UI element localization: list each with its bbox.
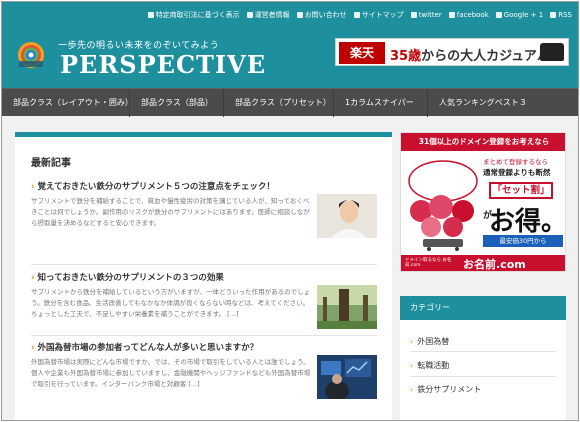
category-title: カテゴリー — [400, 296, 566, 320]
ad-small-text: ドメイン取るなら お名前.com — [405, 258, 452, 268]
ad-price: 最安価30円から — [483, 235, 563, 247]
site-name[interactable]: PERSPECTIVE — [60, 50, 266, 79]
top-link-sitemap[interactable]: サイトマップ — [353, 10, 404, 20]
article-title[interactable]: › 外国為替市場の参加者ってどんな人が多いと思いますか？ — [31, 341, 377, 353]
article-excerpt: 外国為替市場は実際にどんな市場ですか、では、その市場で取引をしている人とは誰でし… — [31, 358, 311, 388]
banner-text: 35歳からの大人カジュアル — [390, 49, 550, 64]
article-thumbnail[interactable] — [317, 355, 377, 399]
nav-item-ranking[interactable]: 人気ランキングベスト３ — [428, 89, 578, 117]
divider — [31, 335, 377, 336]
top-link-rss[interactable]: RSS — [550, 10, 572, 20]
domain-balloons-icon — [408, 160, 478, 251]
top-link-tokutei[interactable]: 特定商取引法に基づく表示 — [147, 10, 240, 20]
site-logo-icon[interactable] — [16, 40, 46, 70]
ad-circle-text: まとめて登録するなら — [483, 158, 548, 166]
browser-frame: 特定商取引法に基づく表示 運営者情報 お問い合わせ サイトマップ twitter… — [1, 1, 579, 421]
top-link-operator[interactable]: 運営者情報 — [246, 10, 290, 20]
chevron-right-icon: › — [31, 182, 35, 192]
nav-item-preset[interactable]: 部品クラス（プリセット） — [224, 89, 334, 117]
article-thumbnail[interactable] — [317, 194, 377, 238]
nav-item-one-column[interactable]: 1カラムスナイパー — [334, 89, 428, 117]
article-item: › 覚えておきたい鉄分のサプリメント５つの注意点をチェック！ サプリメントで鉄分を… — [31, 180, 377, 238]
mail-icon — [296, 12, 303, 18]
chevron-right-icon: › — [410, 385, 414, 394]
top-link-facebook[interactable]: facebook — [448, 10, 489, 20]
person-icon — [246, 12, 253, 18]
article-excerpt: サプリメントで鉄分を補給することで、貧血や慢性疲労の対策を講じている人が、知って… — [31, 197, 310, 227]
ad-line-1: 通常登録よりも断然 — [483, 168, 551, 177]
article-item: › 外国為替市場の参加者ってどんな人が多いと思いますか？ 外国為替市場は実際にどん… — [31, 341, 377, 399]
site-header: 特定商取引法に基づく表示 運営者情報 お問い合わせ サイトマップ twitter… — [2, 2, 578, 88]
google-plus-icon — [495, 12, 502, 18]
rakuten-logo: 楽天 — [339, 42, 385, 64]
rss-icon — [550, 12, 557, 18]
top-link-google-plus[interactable]: Google + 1 — [495, 10, 543, 20]
ad-brand-logo: お名前.com — [463, 258, 526, 271]
article-excerpt: サプリメントから鉄分を補給しているという方がいますが、一体どういった作用があるの… — [31, 288, 311, 318]
section-title: 最新記事 — [31, 158, 71, 169]
main-nav: 部品クラス（レイアウト・囲み） 部品クラス（部品） 部品クラス（プリセット） 1… — [2, 88, 578, 117]
nav-item-layout[interactable]: 部品クラス（レイアウト・囲み） — [2, 89, 130, 117]
sitemap-icon — [353, 12, 360, 18]
ad-set-discount: 「セット割」 — [489, 182, 553, 199]
twitter-icon — [410, 12, 417, 18]
chevron-right-icon: › — [410, 337, 414, 346]
top-link-twitter[interactable]: twitter — [410, 10, 442, 20]
ad-headline: 31個以上のドメイン登録をお考えなら — [401, 133, 565, 151]
facebook-icon — [448, 12, 455, 18]
domain-ad-banner[interactable]: 31個以上のドメイン登録をお考えなら まとめて登録するなら 通常登録よりも断然 … — [400, 132, 566, 272]
rakuten-banner-ad[interactable]: 楽天 35歳からの大人カジュアル — [335, 38, 569, 66]
ad-big-text: お得。 — [489, 207, 566, 237]
divider — [410, 351, 556, 352]
chevron-right-icon: › — [31, 273, 35, 283]
nav-item-parts[interactable]: 部品クラス（部品） — [130, 89, 224, 117]
article-title[interactable]: › 知っておきたい鉄分のサプリメントの３つの効果 — [31, 271, 377, 283]
header-top-links: 特定商取引法に基づく表示 運営者情報 お問い合わせ サイトマップ twitter… — [147, 10, 572, 20]
category-item[interactable]: › 鉄分サプリメント — [410, 384, 556, 395]
article-item: › 知っておきたい鉄分のサプリメントの３つの効果 サプリメントから鉄分を補給してい… — [31, 271, 377, 329]
divider — [31, 264, 377, 265]
latest-articles-panel: 最新記事 › 覚えておきたい鉄分のサプリメント５つの注意点をチェック！ サプリメン… — [15, 132, 392, 420]
divider — [410, 376, 556, 377]
category-item[interactable]: › 外国為替 — [410, 336, 556, 347]
handbag-icon — [540, 43, 564, 61]
chevron-right-icon: › — [410, 361, 414, 370]
category-item[interactable]: › 転職活動 — [410, 360, 556, 371]
list-icon — [147, 12, 154, 18]
chevron-right-icon: › — [31, 343, 35, 353]
top-link-contact[interactable]: お問い合わせ — [296, 10, 347, 20]
category-widget: カテゴリー › 外国為替 › 転職活動 › 鉄分サプリメント — [400, 296, 566, 420]
article-title[interactable]: › 覚えておきたい鉄分のサプリメント５つの注意点をチェック！ — [31, 180, 377, 192]
article-thumbnail[interactable] — [317, 285, 377, 329]
